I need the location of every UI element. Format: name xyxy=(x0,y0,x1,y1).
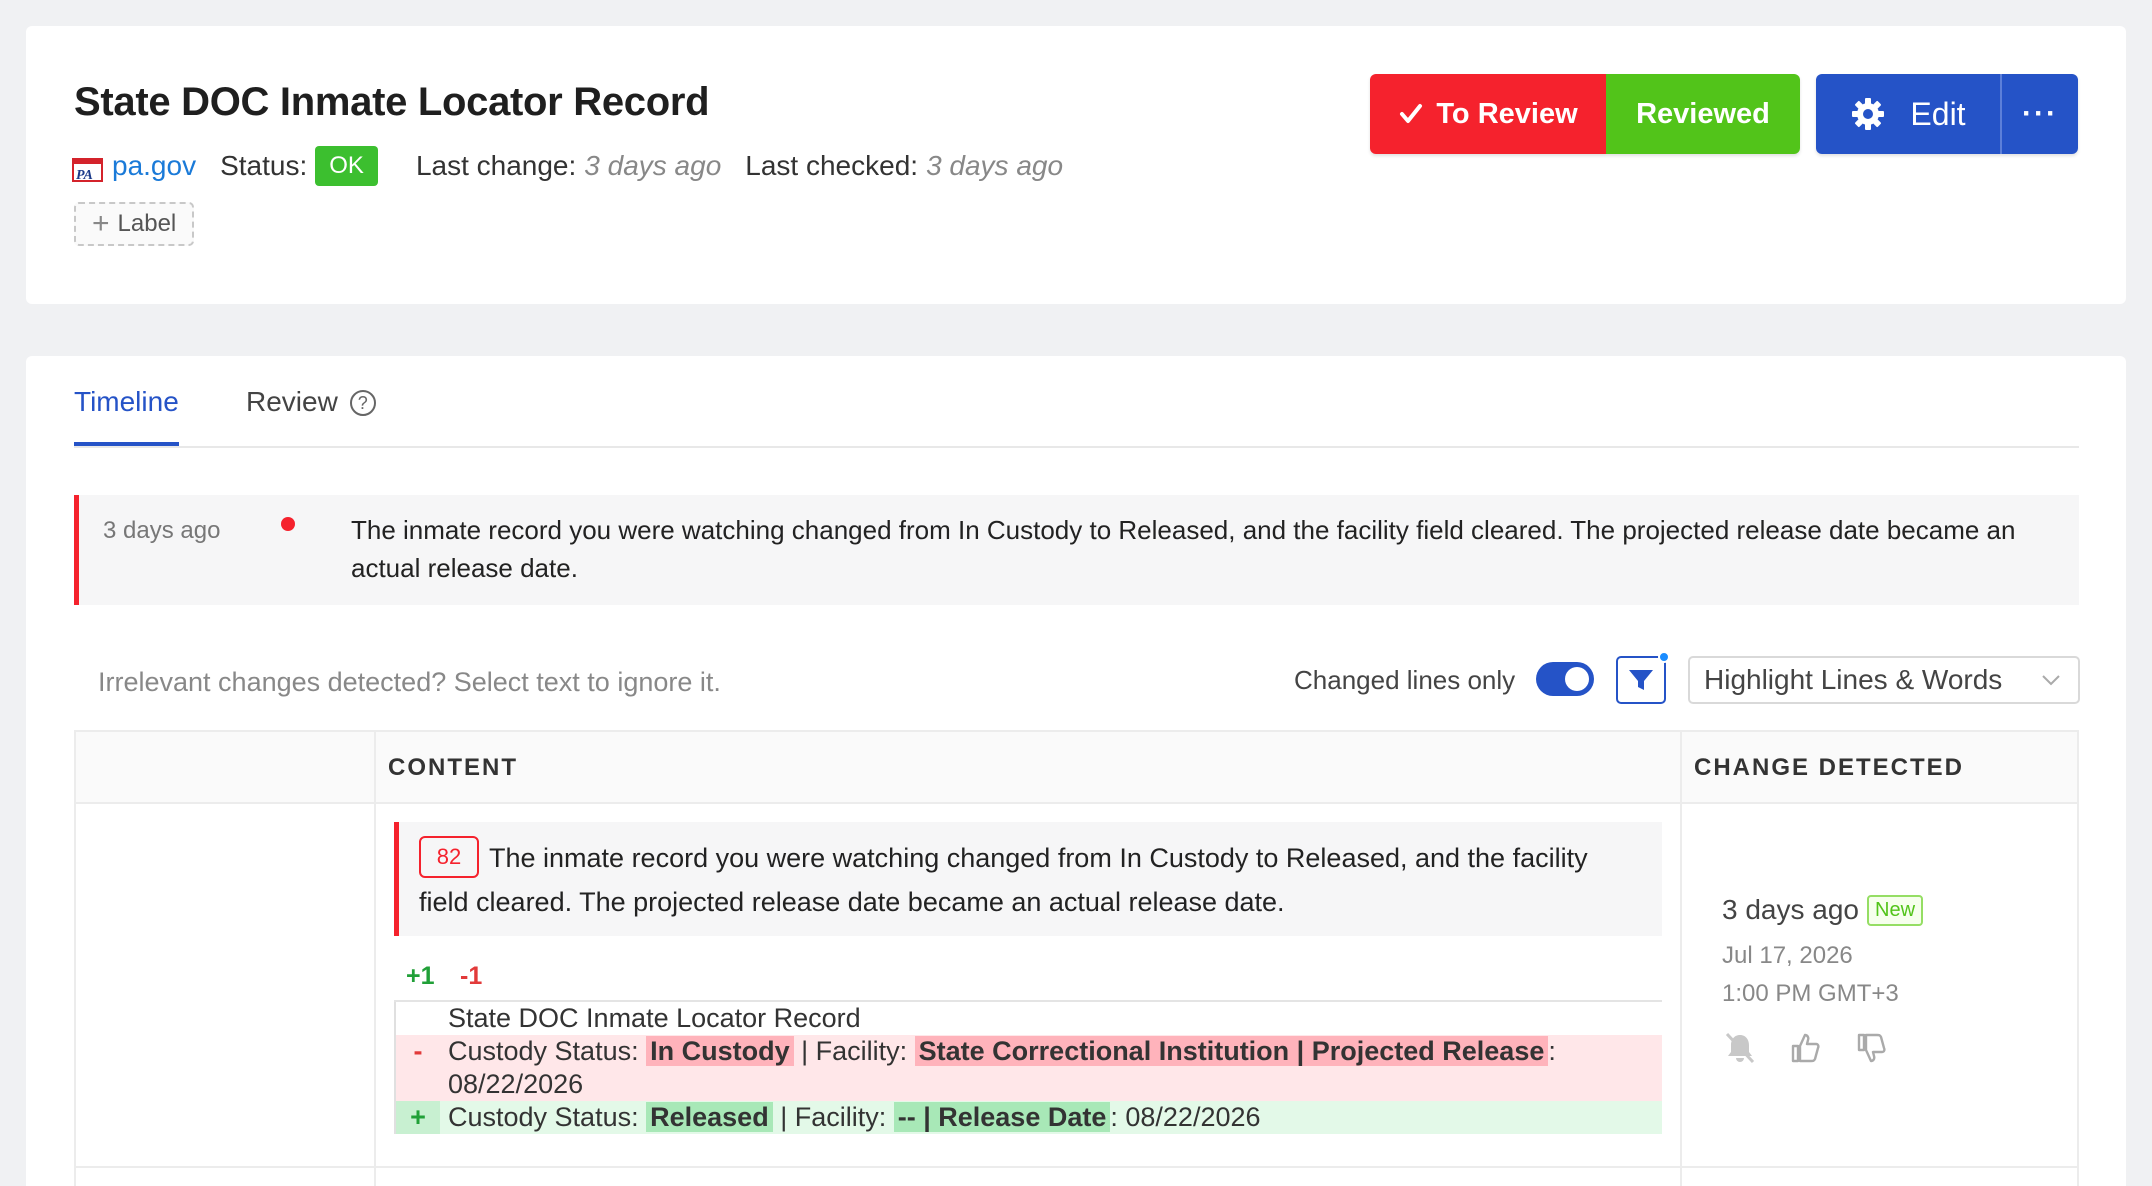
funnel-icon xyxy=(1629,670,1653,690)
diff-add-highlight: Released xyxy=(646,1102,773,1132)
page-title: State DOC Inmate Locator Record xyxy=(74,80,710,124)
edit-button-group: Edit ··· xyxy=(1816,74,2078,154)
removed-lines-count: -1 xyxy=(460,962,483,990)
edit-button[interactable]: Edit xyxy=(1816,74,2000,154)
diff-add-highlight: -- | Release Date xyxy=(893,1102,1111,1132)
status-badge: OK xyxy=(315,146,378,186)
help-icon[interactable]: ? xyxy=(349,390,376,416)
timeline-entry[interactable]: 3 days ago The inmate record you were wa… xyxy=(74,495,2079,605)
highlight-mode-value: Highlight Lines & Words xyxy=(1704,664,2003,695)
thumbs-down-icon[interactable] xyxy=(1854,1030,1890,1066)
table-header: CONTENT CHANGE DETECTED xyxy=(76,732,2077,804)
change-summary: 82 The inmate record you were watching c… xyxy=(394,822,1662,936)
column-divider xyxy=(374,732,376,1186)
diff-context-text: State DOC Inmate Locator Record xyxy=(448,1003,861,1033)
more-dots-icon: ··· xyxy=(2022,97,2058,130)
added-lines-count: +1 xyxy=(406,962,435,990)
detected-clock: 1:00 PM GMT+3 xyxy=(1722,980,1899,1007)
diff-minus-sign: - xyxy=(413,1036,423,1066)
last-checked-label: Last checked: xyxy=(745,150,919,181)
plus-icon: + xyxy=(92,207,110,240)
feedback-actions xyxy=(1722,1030,1890,1066)
detected-date: Jul 17, 2026 xyxy=(1722,942,1853,969)
last-checked-value: 3 days ago xyxy=(926,150,1064,181)
filter-active-dot xyxy=(1658,651,1670,663)
to-review-label: To Review xyxy=(1436,97,1578,130)
new-badge: New xyxy=(1867,894,1924,926)
tab-bar: Timeline Review ? xyxy=(74,356,2079,448)
thumbs-up-icon[interactable] xyxy=(1788,1030,1824,1066)
reviewed-label: Reviewed xyxy=(1636,97,1770,130)
chevron-down-icon xyxy=(2042,675,2060,686)
checkmark-icon xyxy=(1400,104,1423,123)
monitor-header-card: State DOC Inmate Locator Record PA pa.go… xyxy=(26,26,2126,304)
diff-add-prefix: Custody Status: xyxy=(448,1102,647,1132)
diff-del-highlight: In Custody xyxy=(646,1036,794,1066)
mute-bell-icon[interactable] xyxy=(1722,1030,1758,1066)
edit-label: Edit xyxy=(1910,95,1966,132)
last-change-label: Last change: xyxy=(415,150,577,181)
diff-del-prefix: Custody Status: xyxy=(448,1036,647,1066)
changed-lines-label: Changed lines only xyxy=(1294,665,1516,695)
diff-removed-line: - Custody Status: In Custody | Facility:… xyxy=(394,1035,1662,1101)
diff-del-highlight: State Correctional Institution | Project… xyxy=(914,1036,1549,1066)
add-label-button[interactable]: + Label xyxy=(74,202,195,246)
reviewed-button[interactable]: Reviewed xyxy=(1606,74,1800,154)
changes-table: CONTENT CHANGE DETECTED 82 The inmate re… xyxy=(74,730,2079,1186)
changed-lines-toggle[interactable] xyxy=(1536,662,1594,696)
add-label-text: Label xyxy=(117,210,177,237)
row-divider xyxy=(76,1166,2077,1168)
unread-dot-icon xyxy=(281,517,295,531)
svg-text:PA: PA xyxy=(76,168,93,183)
monitor-detail-card: Timeline Review ? 3 days ago The inmate … xyxy=(26,356,2126,1186)
filter-button[interactable] xyxy=(1616,651,1670,704)
to-review-button[interactable]: To Review xyxy=(1370,74,1606,154)
column-change-detected: CHANGE DETECTED xyxy=(1694,754,1965,781)
more-options-button[interactable]: ··· xyxy=(2000,74,2078,154)
change-summary-text: The inmate record you were watching chan… xyxy=(419,843,1588,917)
diff-add-mid: | Facility: xyxy=(772,1102,894,1132)
column-content: CONTENT xyxy=(388,754,518,781)
tab-review-label: Review xyxy=(246,386,338,417)
gear-icon xyxy=(1852,98,1885,130)
diff-plus-sign: + xyxy=(396,1101,440,1134)
timeline-summary: The inmate record you were watching chan… xyxy=(351,515,2016,583)
review-button-group: To Review Reviewed xyxy=(1370,74,1800,154)
highlight-mode-select[interactable]: Highlight Lines & Words xyxy=(1688,656,2080,704)
column-divider xyxy=(1680,732,1682,1186)
ignore-hint: Irrelevant changes detected? Select text… xyxy=(98,667,721,697)
tab-timeline[interactable]: Timeline xyxy=(74,386,179,446)
site-link[interactable]: pa.gov xyxy=(112,150,196,182)
timeline-time: 3 days ago xyxy=(103,517,221,544)
diff-add-suffix: : 08/22/2026 xyxy=(1110,1102,1261,1132)
detected-time-text: 3 days ago xyxy=(1722,894,1859,925)
pa-logo-icon: PA xyxy=(72,158,103,183)
diff-view[interactable]: State DOC Inmate Locator Record - Custod… xyxy=(394,1000,1662,1134)
last-change-value: 3 days ago xyxy=(584,150,722,181)
diff-del-mid: | Facility: xyxy=(793,1036,915,1066)
diff-added-line: + Custody Status: Released | Facility: -… xyxy=(394,1101,1662,1134)
diff-context-line: State DOC Inmate Locator Record xyxy=(394,1002,1662,1035)
monitor-meta: PA pa.gov Status: OK Last change: 3 days… xyxy=(72,144,1087,188)
toggle-knob xyxy=(1565,667,1589,691)
tab-review[interactable]: Review ? xyxy=(246,386,376,446)
detected-time: 3 days ago New xyxy=(1722,894,1924,926)
status-label: Status: xyxy=(220,150,308,181)
